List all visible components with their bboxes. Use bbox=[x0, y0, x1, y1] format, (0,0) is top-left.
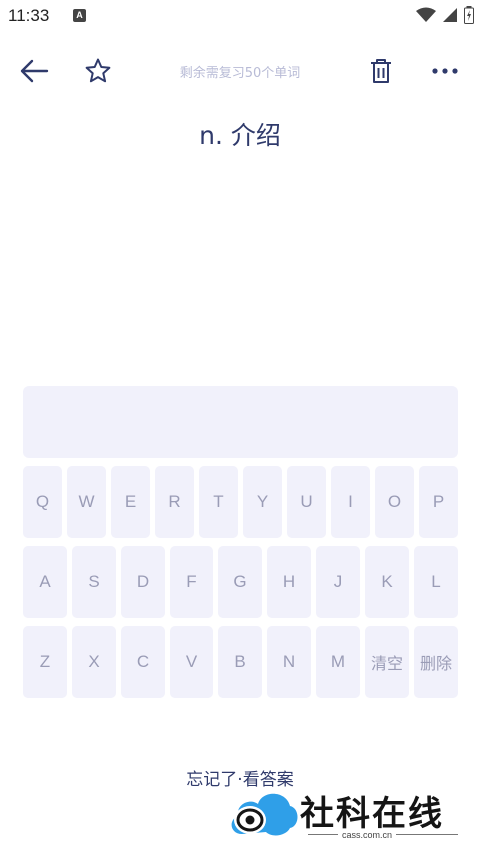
toolbar: 剩余需复习50个单词 bbox=[0, 46, 480, 96]
key-p[interactable]: P bbox=[419, 466, 458, 538]
favorite-button[interactable] bbox=[76, 46, 120, 96]
key-v[interactable]: V bbox=[170, 626, 213, 698]
key-a[interactable]: A bbox=[23, 546, 67, 618]
word-definition: n. 介绍 bbox=[199, 121, 281, 150]
signal-icon bbox=[443, 8, 457, 22]
back-button[interactable] bbox=[12, 46, 56, 96]
key-d[interactable]: D bbox=[121, 546, 165, 618]
status-bar: 11:33 A bbox=[0, 0, 480, 32]
more-dots-icon bbox=[432, 68, 458, 74]
watermark: 社科在线 cass.com.cn bbox=[228, 776, 468, 846]
status-time: 11:33 bbox=[8, 6, 50, 25]
key-b[interactable]: B bbox=[218, 626, 262, 698]
key-l[interactable]: L bbox=[414, 546, 458, 618]
key-z[interactable]: Z bbox=[23, 626, 67, 698]
remaining-count-title: 剩余需复习50个单词 bbox=[179, 66, 301, 81]
key-o[interactable]: O bbox=[375, 466, 414, 538]
key-f[interactable]: F bbox=[170, 546, 213, 618]
key-t[interactable]: T bbox=[199, 466, 238, 538]
key-s[interactable]: S bbox=[72, 546, 116, 618]
battery-icon bbox=[464, 6, 474, 24]
key-m[interactable]: M bbox=[316, 626, 360, 698]
key-u[interactable]: U bbox=[287, 466, 326, 538]
cloud-eye-logo-icon bbox=[231, 793, 298, 836]
key-g[interactable]: G bbox=[218, 546, 262, 618]
key-h[interactable]: H bbox=[267, 546, 311, 618]
key-c[interactable]: C bbox=[121, 626, 165, 698]
status-indicators bbox=[416, 6, 474, 24]
key-x[interactable]: X bbox=[72, 626, 116, 698]
answer-input[interactable] bbox=[23, 386, 458, 458]
star-icon bbox=[85, 58, 111, 83]
watermark-url: cass.com.cn bbox=[338, 830, 397, 840]
more-options-button[interactable] bbox=[423, 46, 467, 96]
key-i[interactable]: I bbox=[331, 466, 370, 538]
key-r[interactable]: R bbox=[155, 466, 194, 538]
key-j[interactable]: J bbox=[316, 546, 360, 618]
back-arrow-icon bbox=[20, 59, 49, 83]
key-e[interactable]: E bbox=[111, 466, 150, 538]
delete-key[interactable]: 删除 bbox=[414, 626, 458, 698]
delete-word-button[interactable] bbox=[359, 46, 403, 96]
key-k[interactable]: K bbox=[365, 546, 409, 618]
key-w[interactable]: W bbox=[67, 466, 106, 538]
key-n[interactable]: N bbox=[267, 626, 311, 698]
watermark-brand: 社科在线 bbox=[300, 794, 444, 834]
trash-icon bbox=[371, 59, 391, 83]
wifi-icon bbox=[416, 7, 436, 22]
key-y[interactable]: Y bbox=[243, 466, 282, 538]
key-q[interactable]: Q bbox=[23, 466, 62, 538]
clear-key[interactable]: 清空 bbox=[365, 626, 409, 698]
notification-app-icon: A bbox=[73, 9, 86, 22]
